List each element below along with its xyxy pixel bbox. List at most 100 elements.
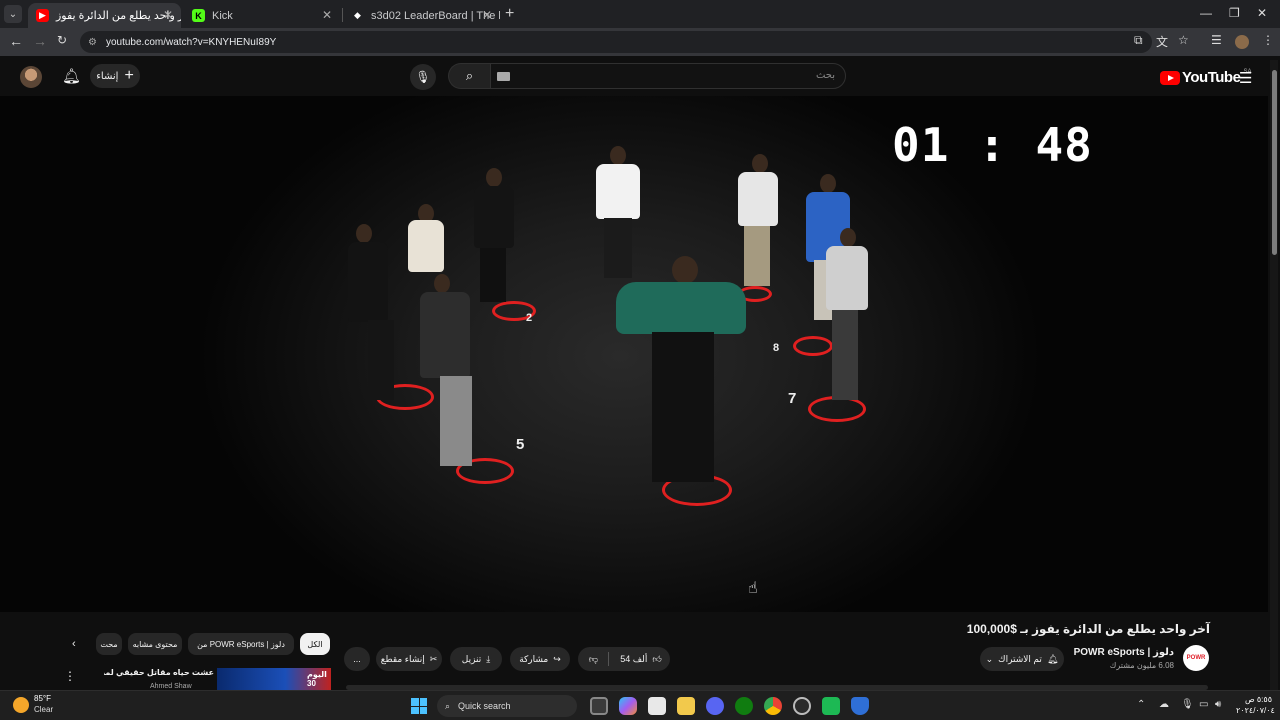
copilot-icon[interactable] [619, 697, 637, 715]
maximize-icon[interactable]: ❐ [1229, 6, 1240, 20]
like-button[interactable]: 54 ألف 👍︎ [612, 647, 670, 671]
microphone-tray-icon[interactable]: 🎙︎ [1181, 699, 1194, 710]
kick-favicon-icon: K [192, 9, 205, 22]
create-button[interactable]: إنشاء + [90, 64, 140, 88]
guide-menu-icon[interactable]: ☰ [1239, 69, 1252, 87]
reading-list-icon[interactable]: ☰ [1211, 33, 1222, 47]
store-icon[interactable] [648, 697, 666, 715]
profile-avatar[interactable] [1235, 35, 1249, 49]
like-divider [608, 652, 609, 666]
keyboard-icon[interactable] [497, 72, 510, 81]
reload-icon[interactable]: ↻ [57, 33, 67, 47]
site-info-icon[interactable]: ⚙ [88, 37, 97, 48]
chip-label: محت [100, 639, 118, 649]
file-explorer-icon[interactable] [677, 697, 695, 715]
video-player[interactable]: 01 : 48 2 5 6 7 8 [0, 96, 1268, 612]
diamond-favicon-icon: ◆ [354, 10, 361, 20]
window-close-icon[interactable]: ✕ [1257, 6, 1267, 20]
share-label: مشاركة [519, 653, 549, 664]
account-avatar[interactable] [20, 66, 42, 88]
more-actions-button[interactable]: ... [344, 647, 370, 671]
mouse-pointer-icon: ☝︎ [748, 580, 758, 597]
share-button[interactable]: مشاركة ↪︎ [510, 647, 570, 671]
weather-description[interactable]: Clear [34, 705, 53, 714]
chip-from-channel[interactable]: من POWR eSports | دلوز [188, 633, 294, 655]
channel-avatar-text: POWR [1186, 655, 1206, 661]
tray-overflow-chevron-icon[interactable]: ⌃ [1137, 699, 1145, 710]
search-input[interactable]: بحث [490, 63, 846, 89]
close-icon[interactable]: ✕ [163, 8, 173, 22]
tab-leaderboard[interactable]: ◆ s3d02 LeaderBoard | The best t ✕ [343, 3, 500, 28]
channel-name[interactable]: دلوز | POWR eSports [1074, 647, 1174, 658]
new-tab-button[interactable]: + [505, 5, 514, 23]
channel-avatar[interactable]: POWR [1183, 645, 1209, 671]
taskbar-search[interactable]: ⌕ Quick search [437, 695, 577, 717]
onedrive-cloud-icon[interactable]: ☁︎ [1159, 699, 1169, 710]
task-view-icon[interactable] [590, 697, 608, 715]
address-bar[interactable]: ⚙ youtube.com/watch?v=KNYHENuI89Y [80, 31, 1152, 53]
volume-icon[interactable]: 🔊︎ [1215, 699, 1221, 710]
download-button[interactable]: تنزيل ⤓ [450, 647, 502, 671]
like-count: 54 ألف [620, 653, 648, 664]
youtube-logo[interactable]: YouTube SA [1160, 69, 1251, 86]
install-app-icon[interactable]: ⧉ [1134, 33, 1143, 48]
search-button[interactable]: ⌕ [448, 63, 490, 89]
recommendation-title[interactable]: عشت حياه مقاتل حقيقي لمدة 30 يوم [104, 668, 214, 677]
subscribed-label: تم الاشتراك [998, 653, 1042, 664]
more-horizontal-icon: ... [353, 654, 361, 664]
tab-kick[interactable]: K Kick ✕ [184, 3, 340, 28]
discord-icon[interactable] [706, 697, 724, 715]
browser-menu-icon[interactable]: ⋮ [1262, 33, 1274, 47]
app-green-icon[interactable] [822, 697, 840, 715]
display-icon[interactable]: ▭ [1199, 699, 1208, 710]
more-vertical-icon[interactable]: ⋮ [64, 669, 76, 683]
xbox-icon[interactable] [735, 697, 753, 715]
obs-icon[interactable] [793, 697, 811, 715]
thumbs-up-icon: 👍︎ [652, 653, 662, 664]
system-clock[interactable]: ٥:٥٥ ص ٢٠٢٤/٠٧/٠٤ [1236, 694, 1275, 716]
floor-number: 8 [773, 342, 780, 354]
scissors-icon: ✂︎ [429, 653, 438, 664]
subscribed-button[interactable]: ⌄ تم الاشتراك 🔔︎ [980, 647, 1064, 671]
bookmark-star-icon[interactable]: ☆ [1178, 33, 1189, 47]
voice-search-mic-icon[interactable]: 🎙︎ [410, 64, 436, 90]
chevron-down-icon: ⌄ [985, 653, 994, 664]
plus-icon: + [124, 67, 134, 84]
floor-number: 7 [788, 390, 797, 407]
windows-start-icon[interactable] [411, 698, 427, 714]
tab-youtube[interactable]: ▶ آخر واحد يطلع من الدائرة يفوز ✕ [28, 3, 181, 28]
browser-tabstrip: ⌄ ▶ آخر واحد يطلع من الدائرة يفوز ✕ K Ki… [0, 0, 1280, 28]
chip-more[interactable]: محت [96, 633, 122, 655]
search-icon: ⌕ [465, 68, 474, 83]
floor-circle [793, 336, 833, 356]
shield-app-icon[interactable] [851, 697, 869, 715]
chrome-icon[interactable] [764, 697, 782, 715]
weather-temperature[interactable]: 85°F [34, 694, 51, 703]
forward-arrow-icon[interactable]: → [33, 33, 47, 49]
floor-number: 5 [516, 436, 525, 453]
back-arrow-icon[interactable]: ← [9, 33, 23, 49]
chip-related[interactable]: محتوى مشابه [128, 633, 182, 655]
floor-number: 2 [526, 312, 533, 324]
bell-icon: 🔔︎ [1046, 653, 1059, 664]
taskbar-search-label: Quick search [458, 701, 511, 711]
clip-button[interactable]: إنشاء مقطع ✂︎ [376, 647, 442, 671]
weather-moon-icon[interactable] [13, 697, 29, 713]
notifications-bell-icon[interactable]: 🔔︎ [62, 67, 81, 85]
close-icon[interactable]: ✕ [482, 8, 492, 22]
chevron-left-icon[interactable]: ‹ [72, 638, 76, 650]
tab-search-button[interactable]: ⌄ [4, 5, 22, 23]
url-text: youtube.com/watch?v=KNYHENuI89Y [105, 36, 277, 48]
browser-toolbar: ← → ↻ ⚙ youtube.com/watch?v=KNYHENuI89Y … [0, 28, 1280, 56]
clock-date: ٢٠٢٤/٠٧/٠٤ [1236, 706, 1275, 715]
video-countdown-timer: 01 : 48 [892, 118, 1093, 172]
chip-all[interactable]: الكل [300, 633, 330, 655]
chip-label: الكل [307, 639, 323, 649]
dislike-button[interactable]: 👎︎ [580, 647, 607, 671]
recommendation-channel[interactable]: Ahmed Shaw [150, 683, 192, 690]
minimize-icon[interactable]: — [1200, 6, 1212, 20]
close-icon[interactable]: ✕ [322, 8, 332, 22]
translate-icon[interactable]: 文 [1156, 33, 1168, 50]
scrollbar-thumb[interactable] [1272, 70, 1277, 255]
recommendation-thumbnail[interactable]: اليوم 30 [217, 668, 331, 690]
